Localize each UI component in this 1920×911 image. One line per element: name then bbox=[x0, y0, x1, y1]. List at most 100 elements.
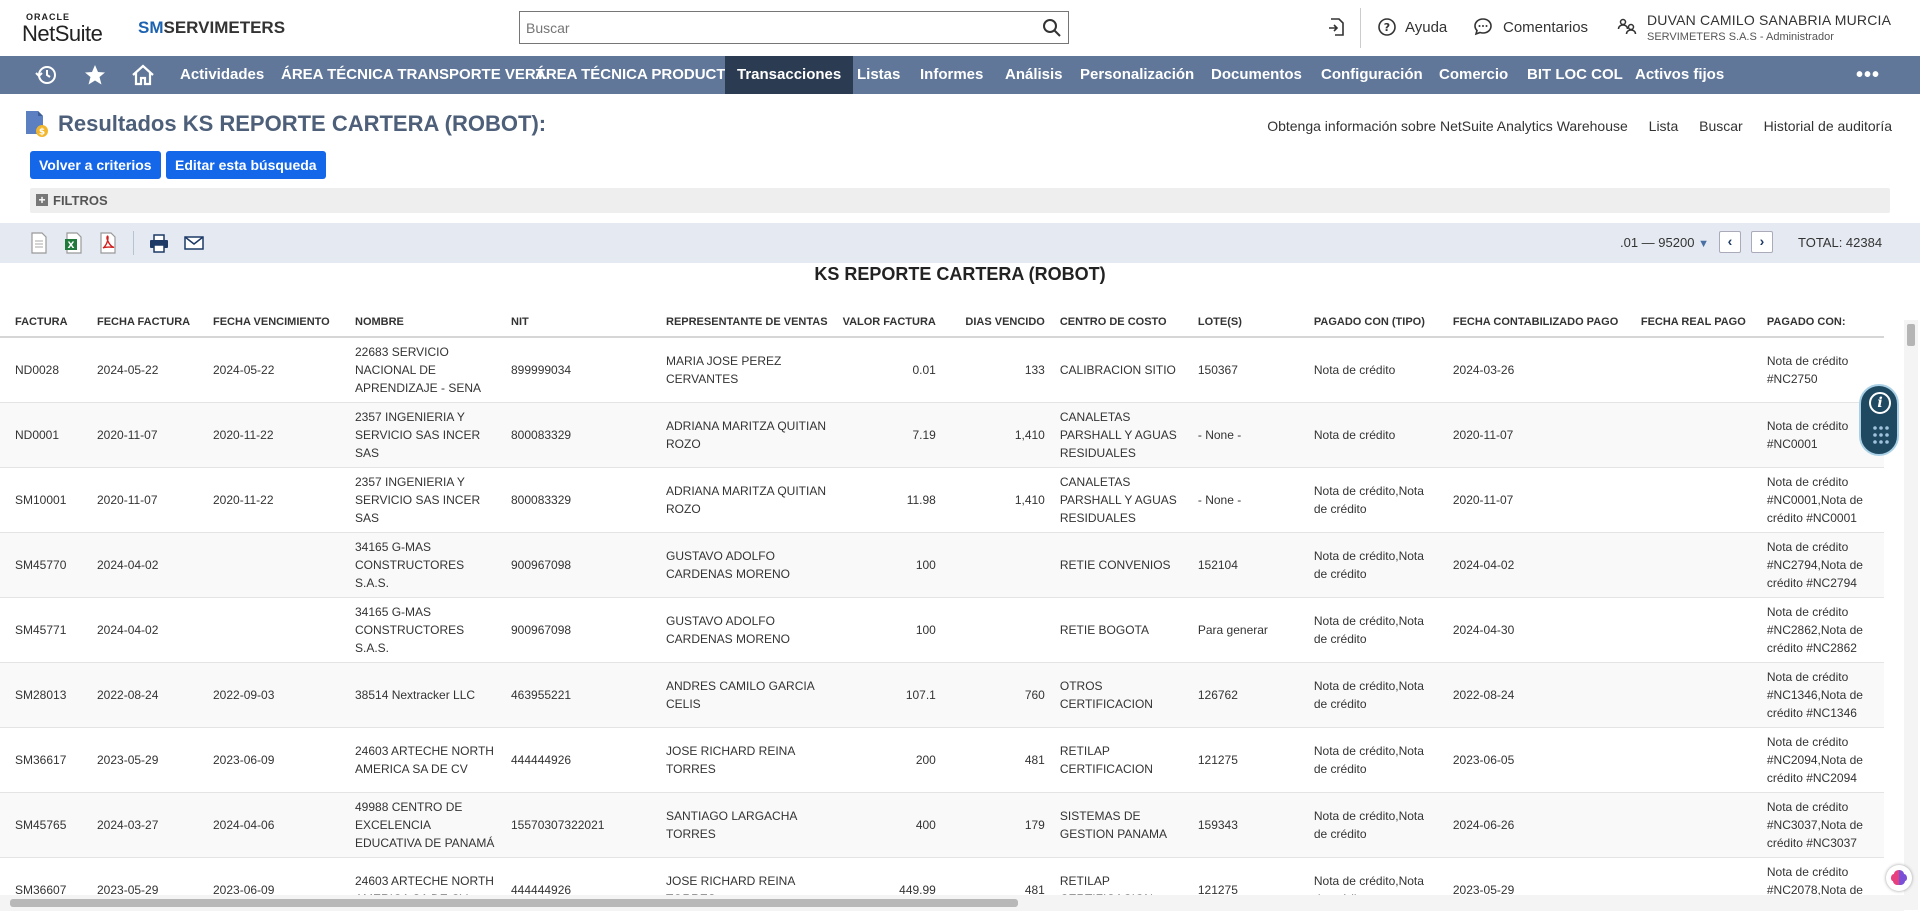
table-cell: Nota de crédito #NC0001,Nota de crédito … bbox=[1751, 467, 1884, 533]
col-header-fecha-real-pago[interactable]: FECHA REAL PAGO bbox=[1625, 307, 1752, 338]
nav-listas[interactable]: Listas bbox=[845, 56, 912, 94]
table-row[interactable]: SM45770 2024-04-02 34165 G-MAS CONSTRUCTOR… bbox=[0, 532, 1884, 598]
favorites-star-icon[interactable] bbox=[83, 64, 107, 86]
dots-grid-icon[interactable] bbox=[1871, 424, 1891, 446]
page-links: Obtenga información sobre NetSuite Analy… bbox=[1250, 118, 1892, 134]
nav-area-tecnica-transporte[interactable]: ÁREA TÉCNICA TRANSPORTE VERT. bbox=[269, 56, 559, 94]
col-header-nombre[interactable]: NOMBRE bbox=[340, 307, 496, 338]
export-pdf-icon[interactable] bbox=[98, 232, 118, 254]
nav-bit-loc-col[interactable]: BIT LOC COL bbox=[1515, 56, 1635, 94]
col-header-factura[interactable]: FACTURA bbox=[0, 307, 82, 338]
table-cell: JOSE RICHARD REINA TORRES bbox=[651, 727, 828, 793]
home-icon[interactable] bbox=[131, 64, 155, 86]
export-excel-icon[interactable]: X bbox=[64, 232, 84, 254]
export-csv-icon[interactable] bbox=[29, 232, 49, 254]
table-row[interactable]: SM10001 2020-11-07 2020-11-22 2357 INGENIER… bbox=[0, 467, 1884, 533]
table-cell: 400 bbox=[827, 792, 936, 858]
comments-icon[interactable] bbox=[1472, 16, 1494, 38]
table-cell: 2024-04-02 bbox=[82, 532, 198, 598]
assistant-brain-icon[interactable] bbox=[1886, 865, 1912, 891]
table-cell: 2024-04-06 bbox=[198, 792, 340, 858]
col-header-pagado-con[interactable]: PAGADO CON: bbox=[1751, 307, 1884, 338]
role-switch-icon[interactable] bbox=[1616, 16, 1638, 38]
user-role[interactable]: SERVIMETERS S.A.S - Administrador bbox=[1647, 31, 1834, 43]
horizontal-scrollbar[interactable] bbox=[0, 895, 1904, 911]
table-cell: RETIE CONVENIOS bbox=[1044, 532, 1183, 598]
netsuite-logo[interactable]: NetSuite bbox=[22, 21, 103, 47]
global-search[interactable] bbox=[519, 11, 1069, 44]
next-page-button[interactable]: › bbox=[1751, 231, 1773, 253]
table-cell[interactable]: ND0028 bbox=[0, 337, 82, 403]
nav-actividades[interactable]: Actividades bbox=[168, 56, 276, 94]
company-logo[interactable]: SMSERVIMETERS bbox=[138, 18, 285, 38]
col-header-lotes[interactable]: LOTE(S) bbox=[1182, 307, 1299, 338]
nav-personalizacion[interactable]: Personalización bbox=[1068, 56, 1206, 94]
table-cell[interactable]: SM45771 bbox=[0, 597, 82, 663]
help-icon[interactable]: ? bbox=[1376, 16, 1398, 38]
nav-documentos[interactable]: Documentos bbox=[1199, 56, 1314, 94]
email-icon[interactable] bbox=[184, 232, 204, 254]
search-icon[interactable] bbox=[1042, 18, 1062, 38]
col-header-centro-costo[interactable]: CENTRO DE COSTO bbox=[1044, 307, 1183, 338]
col-header-dias-vencido[interactable]: DIAS VENCIDO bbox=[935, 307, 1045, 338]
nav-activos-fijos[interactable]: Activos fijos bbox=[1623, 56, 1736, 94]
table-cell[interactable]: SM28013 bbox=[0, 662, 82, 728]
previous-page-button[interactable]: ‹ bbox=[1719, 231, 1741, 253]
analytics-warehouse-link[interactable]: Obtenga información sobre NetSuite Analy… bbox=[1267, 118, 1628, 134]
table-row[interactable]: ND0001 2020-11-07 2020-11-22 2357 INGENIERI… bbox=[0, 402, 1884, 468]
comments-link[interactable]: Comentarios bbox=[1503, 19, 1588, 36]
audit-history-link[interactable]: Historial de auditoría bbox=[1764, 118, 1892, 134]
nav-informes[interactable]: Informes bbox=[908, 56, 995, 94]
back-to-criteria-button[interactable]: Volver a criterios bbox=[30, 151, 161, 179]
col-header-valor-factura[interactable]: VALOR FACTURA bbox=[827, 307, 936, 338]
table-cell: 760 bbox=[935, 662, 1045, 728]
table-cell: CALIBRACION SITIO bbox=[1044, 337, 1183, 403]
recent-history-icon[interactable] bbox=[34, 64, 58, 86]
col-header-fecha-contabilizado[interactable]: FECHA CONTABILIZADO PAGO bbox=[1437, 307, 1626, 338]
help-widget[interactable]: i bbox=[1859, 384, 1899, 456]
table-row[interactable]: ND0028 2024-05-22 2024-05-22 22683 SERVICIO… bbox=[0, 337, 1884, 403]
col-header-representante[interactable]: REPRESENTANTE DE VENTAS bbox=[651, 307, 828, 338]
table-cell: 2020-11-07 bbox=[82, 467, 198, 533]
list-link[interactable]: Lista bbox=[1649, 118, 1679, 134]
search-input[interactable] bbox=[520, 12, 1020, 43]
recent-records-icon[interactable] bbox=[1326, 16, 1348, 38]
table-cell[interactable]: SM45770 bbox=[0, 532, 82, 598]
info-icon[interactable]: i bbox=[1869, 392, 1891, 414]
vertical-scroll-thumb[interactable] bbox=[1907, 324, 1915, 346]
edit-search-button[interactable]: Editar esta búsqueda bbox=[166, 151, 326, 179]
nav-analisis[interactable]: Análisis bbox=[993, 56, 1075, 94]
table-cell[interactable]: ND0001 bbox=[0, 402, 82, 468]
col-header-fecha-factura[interactable]: FECHA FACTURA bbox=[82, 307, 198, 338]
col-header-nit[interactable]: NIT bbox=[496, 307, 651, 338]
table-cell[interactable]: SM36607 bbox=[0, 857, 82, 895]
nav-more-menu[interactable]: ••• bbox=[1856, 64, 1880, 87]
nav-configuracion[interactable]: Configuración bbox=[1309, 56, 1435, 94]
table-cell: 126762 bbox=[1182, 662, 1299, 728]
col-header-fecha-vencimiento[interactable]: FECHA VENCIMIENTO bbox=[198, 307, 340, 338]
search-link[interactable]: Buscar bbox=[1699, 118, 1743, 134]
horizontal-scroll-thumb[interactable] bbox=[10, 899, 1018, 907]
user-name[interactable]: DUVAN CAMILO SANABRIA MURCIA bbox=[1647, 12, 1891, 28]
table-row[interactable]: SM36607 2023-05-29 2023-06-09 24603 ARTECHE… bbox=[0, 857, 1884, 895]
table-cell: Nota de crédito,Nota de crédito bbox=[1298, 467, 1438, 533]
table-row[interactable]: SM36617 2023-05-29 2023-06-09 24603 ARTECHE… bbox=[0, 727, 1884, 793]
print-icon[interactable] bbox=[149, 232, 169, 254]
vertical-scrollbar[interactable] bbox=[1904, 320, 1918, 910]
table-cell[interactable]: SM45765 bbox=[0, 792, 82, 858]
svg-text:?: ? bbox=[1384, 21, 1390, 34]
table-row[interactable]: SM45765 2024-03-27 2024-04-06 49988 CENTRO … bbox=[0, 792, 1884, 858]
table-cell: 2357 INGENIERIA Y SERVICIO SAS INCER SAS bbox=[340, 467, 496, 533]
nav-area-tecnica-producto[interactable]: ÁREA TÉCNICA PRODUCTO bbox=[523, 56, 749, 94]
expand-plus-icon[interactable]: + bbox=[36, 194, 48, 206]
nav-transacciones[interactable]: Transacciones bbox=[725, 56, 854, 94]
help-link[interactable]: Ayuda bbox=[1405, 19, 1447, 36]
table-row[interactable]: SM28013 2022-08-24 2022-09-03 38514 Nextrac… bbox=[0, 662, 1884, 728]
page-range-select[interactable]: .01 — 95200 ▼ bbox=[1620, 235, 1709, 250]
filters-toggle[interactable]: + FILTROS bbox=[30, 188, 1890, 213]
col-header-pagado-tipo[interactable]: PAGADO CON (TIPO) bbox=[1298, 307, 1438, 338]
nav-comercio[interactable]: Comercio bbox=[1427, 56, 1520, 94]
table-cell[interactable]: SM10001 bbox=[0, 467, 82, 533]
table-row[interactable]: SM45771 2024-04-02 34165 G-MAS CONSTRUCTOR… bbox=[0, 597, 1884, 663]
table-cell[interactable]: SM36617 bbox=[0, 727, 82, 793]
